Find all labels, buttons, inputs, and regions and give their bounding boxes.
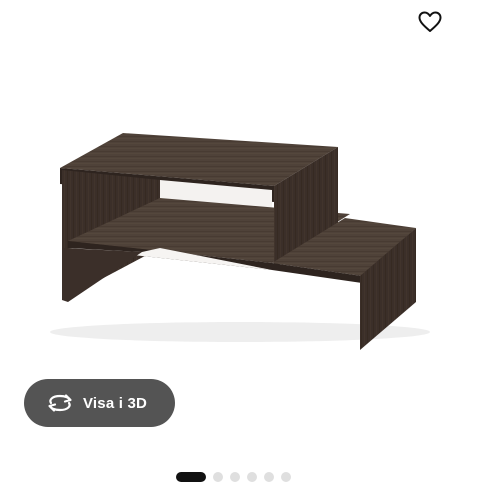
pagination-dot-6[interactable] [281, 472, 291, 482]
image-pagination [176, 472, 291, 482]
view-in-3d-button[interactable]: Visa i 3D [24, 379, 175, 427]
pagination-dot-5[interactable] [264, 472, 274, 482]
view-in-3d-label: Visa i 3D [83, 394, 148, 412]
rotate-3d-icon [46, 391, 74, 415]
pagination-dot-2[interactable] [213, 472, 223, 482]
heart-outline-icon [418, 11, 442, 32]
product-image-area[interactable]: Visa i 3D [0, 0, 480, 448]
favorite-button[interactable] [412, 4, 448, 40]
pagination-dot-3[interactable] [230, 472, 240, 482]
pagination-dot-1[interactable] [176, 472, 206, 482]
pagination-dot-4[interactable] [247, 472, 257, 482]
